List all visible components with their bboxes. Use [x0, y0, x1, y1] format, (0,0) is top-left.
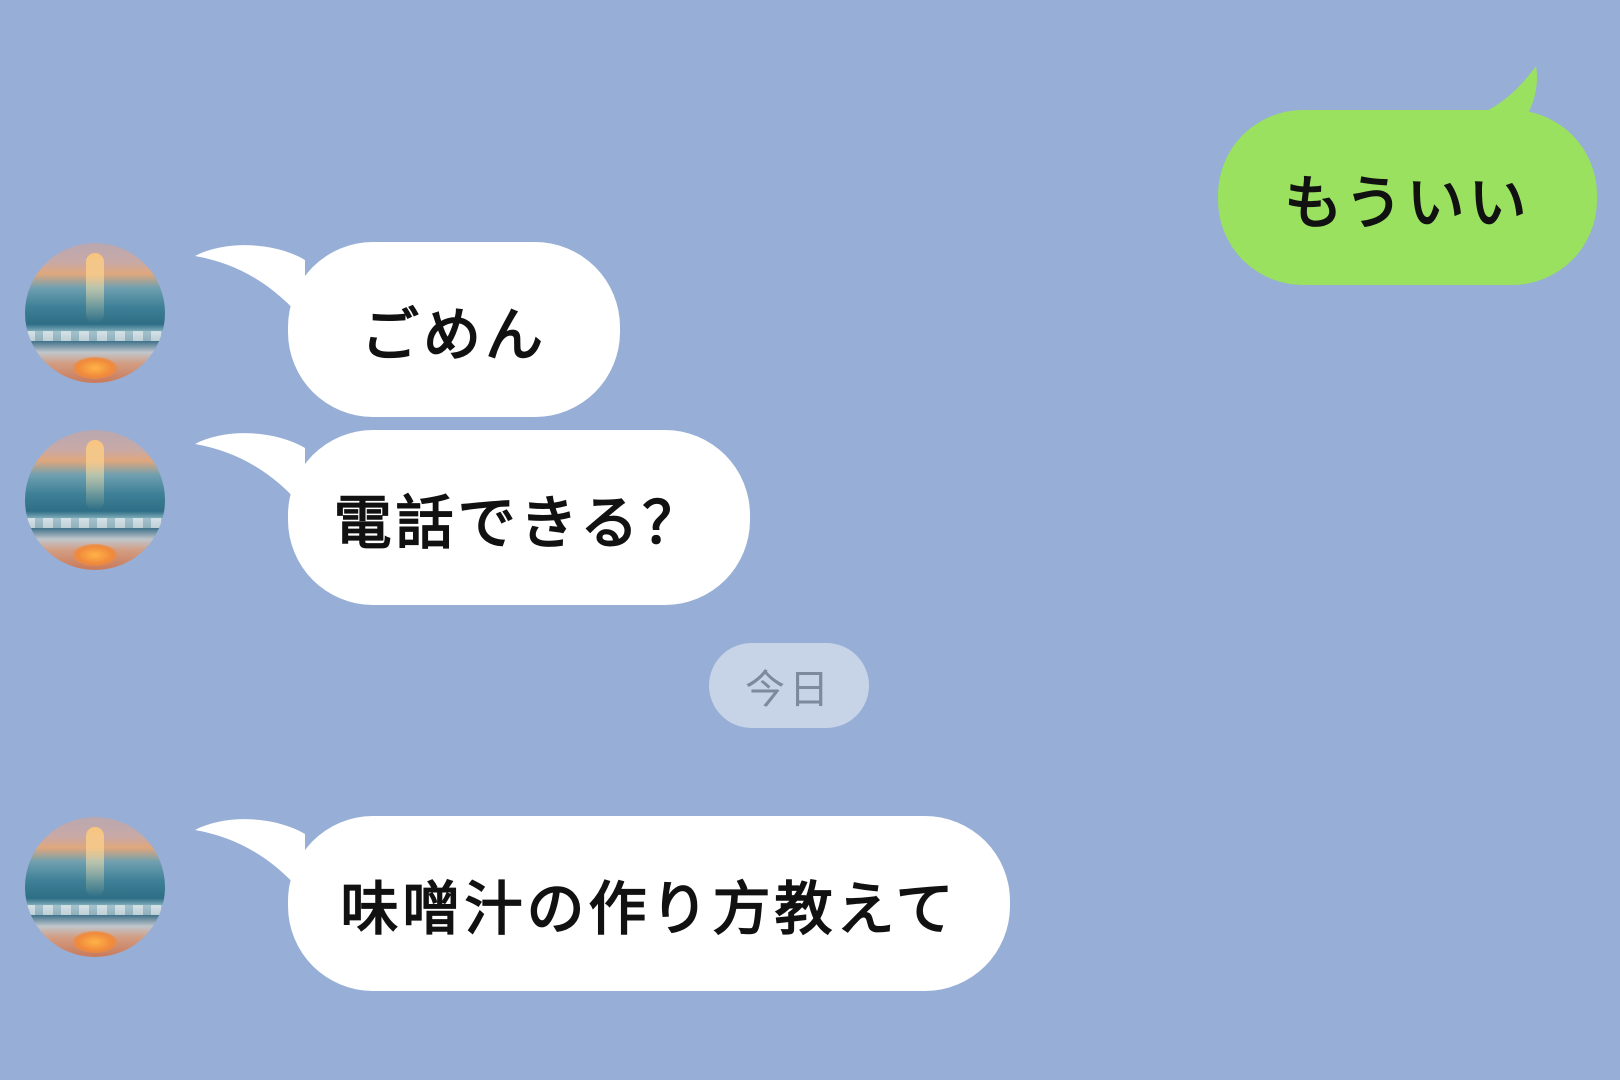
contact-avatar[interactable]: [25, 243, 165, 383]
incoming-message-text: 味噌汁の作り方教えて: [340, 874, 958, 943]
contact-avatar[interactable]: [25, 430, 165, 570]
incoming-bubble-tail: [195, 433, 305, 510]
date-separator: 今日: [709, 643, 869, 728]
incoming-message-bubble[interactable]: 味噌汁の作り方教えて: [288, 816, 1010, 991]
incoming-message-text: ごめん: [360, 300, 547, 369]
incoming-message-text: 電話できる？: [333, 488, 705, 557]
incoming-bubble-tail: [195, 245, 305, 322]
date-separator-label: 今日: [745, 666, 833, 713]
chat-area: もういい ごめん 電話できる？ 今日 味噌汁の作り方教えて: [0, 0, 1620, 1080]
incoming-message-bubble[interactable]: 電話できる？: [288, 430, 750, 605]
incoming-message-bubble[interactable]: ごめん: [288, 242, 620, 417]
outgoing-message-bubble[interactable]: もういい: [1218, 110, 1597, 285]
incoming-bubble-tail: [195, 819, 305, 896]
contact-avatar[interactable]: [25, 817, 165, 957]
outgoing-message-text: もういい: [1284, 168, 1531, 237]
